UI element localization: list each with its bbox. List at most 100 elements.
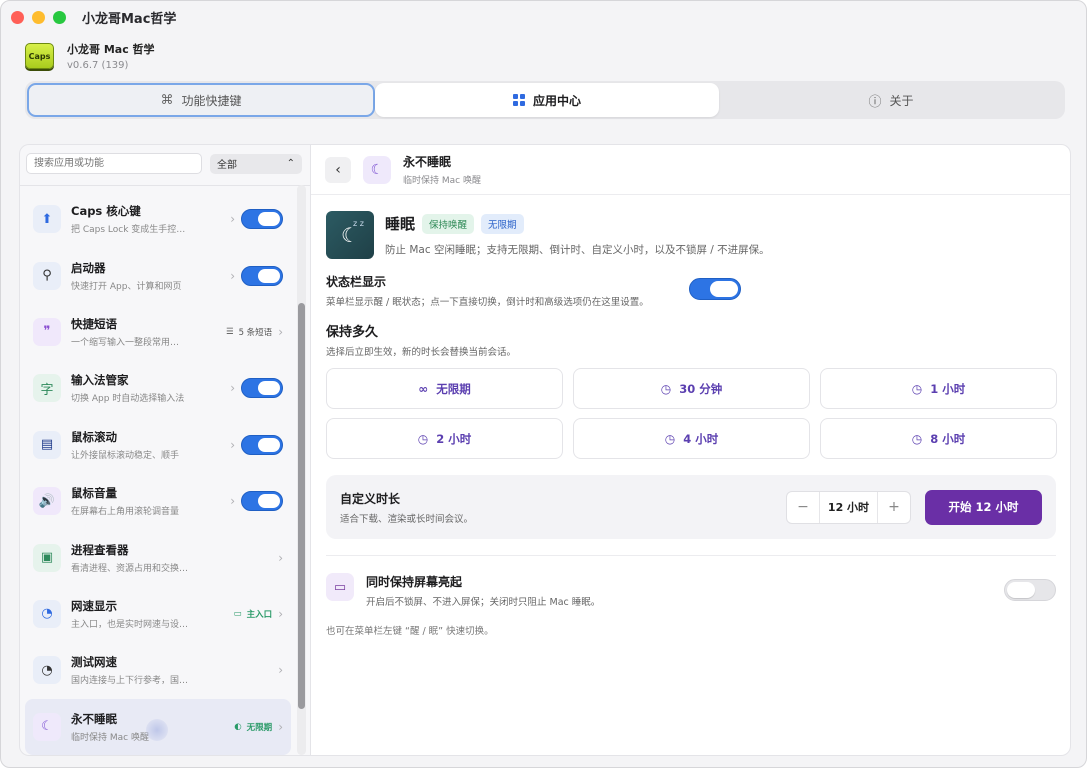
filter-select[interactable]: 全部 ⌃ xyxy=(210,153,302,174)
list-item-caps[interactable]: ⬆ Caps 核心键 把 Caps Lock 变成生手控… › xyxy=(25,191,291,247)
item-title: 输入法管家 xyxy=(71,373,129,388)
section-subtitle: 适合下载、渲染或长时间会议。 xyxy=(340,513,474,525)
app-name: 小龙哥 Mac 哲学 xyxy=(67,43,155,56)
window-title: 小龙哥Mac哲学 xyxy=(82,11,177,27)
magnifier-icon: ⚲ xyxy=(33,261,61,290)
info-icon: ⓘ xyxy=(868,94,882,110)
timer-icon: ◷ xyxy=(911,381,923,396)
duration-unlimited-button[interactable]: ∞ 无限期 xyxy=(326,368,563,409)
duration-30min-button[interactable]: ◷ 30 分钟 xyxy=(573,368,810,409)
item-title: 鼠标音量 xyxy=(71,486,117,501)
list-item-process[interactable]: ▣ 进程查看器 看清进程、资源占用和交换空间 › xyxy=(25,529,291,585)
scroll-icon: ▤ xyxy=(33,430,61,459)
detail-title: 永不睡眠 xyxy=(403,155,452,169)
hours-value[interactable]: 12 小时 xyxy=(819,491,878,523)
timer-icon: ◷ xyxy=(911,431,923,446)
tab-app-center[interactable]: 应用中心 xyxy=(375,83,719,117)
keep-screen-on-toggle[interactable] xyxy=(1004,579,1056,601)
timer-icon: ◷ xyxy=(664,431,676,446)
hero-description: 防止 Mac 空闲睡眠；支持无限期、倒计时、自定义小时，以及不锁屏 / 不进屏保… xyxy=(385,244,770,256)
sleep-hero: ☾ z z 睡眠 保持唤醒 无限期 防止 Mac 空闲睡眠；支持无限期、倒计时、自… xyxy=(326,211,770,259)
duration-2h-button[interactable]: ◷ 2 小时 xyxy=(326,418,563,459)
app-header: Caps 小龙哥 Mac 哲学 v0.6.7 (139) xyxy=(25,41,155,71)
app-logo: Caps xyxy=(25,43,54,69)
item-title: 网速显示 xyxy=(71,598,117,613)
chevron-right-icon: › xyxy=(230,381,235,396)
item-subtitle: 主入口，也是实时网速与设… xyxy=(71,619,189,630)
tab-label: 关于 xyxy=(889,93,914,108)
item-title: 启动器 xyxy=(71,260,106,275)
filter-value: 全部 xyxy=(217,160,237,171)
infinity-icon: ∞ xyxy=(418,381,429,396)
sidebar-scrollbar[interactable] xyxy=(297,185,306,755)
list-item-volume[interactable]: 🔊 鼠标音量 在屏幕右上角用滚轮调音量 › xyxy=(25,473,291,529)
item-title: 进程查看器 xyxy=(71,542,129,557)
list-item-ime[interactable]: 字 输入法管家 切换 App 时自动选择输入法 › xyxy=(25,360,291,416)
footnote: 也可在菜单栏左键 “醒 / 眠” 快速切换。 xyxy=(326,626,494,637)
chevron-left-icon: ‹ xyxy=(335,161,341,178)
chevron-right-icon: › xyxy=(230,437,235,452)
grid-icon xyxy=(512,94,525,106)
detail-panel: ‹ ☾ 永不睡眠 临时保持 Mac 唤醒 ☾ z z 睡眠 保持唤醒 无限期 防止… xyxy=(310,144,1071,756)
toggle-scroll[interactable] xyxy=(241,434,283,455)
tab-about[interactable]: ⓘ 关于 xyxy=(719,83,1063,117)
updown-chevron-icon: ⌃ xyxy=(286,158,295,169)
duration-label: 2 小时 xyxy=(436,431,472,446)
back-button[interactable]: ‹ xyxy=(325,156,351,183)
scrollbar-thumb[interactable] xyxy=(298,303,305,709)
list-item-netspeed[interactable]: ◔ 网速显示 主入口，也是实时网速与设… ▭ 主入口 › xyxy=(25,586,291,642)
timer-icon: ◐ xyxy=(234,721,242,732)
duration-label: 8 小时 xyxy=(930,431,966,446)
close-window-button[interactable] xyxy=(11,10,24,24)
toggle-caps[interactable] xyxy=(241,209,283,230)
mouse-cursor xyxy=(146,719,168,741)
item-subtitle: 国内连接与上下行参考，国外连接 xyxy=(71,676,196,687)
tab-label: 应用中心 xyxy=(532,93,581,108)
toggle-volume[interactable] xyxy=(241,491,283,512)
sleep-moon-icon: ☾ z z xyxy=(326,211,374,259)
feature-list: ⬆ Caps 核心键 把 Caps Lock 变成生手控… › ⚲ 启动器 快速… xyxy=(25,191,291,755)
duration-4h-button[interactable]: ◷ 4 小时 xyxy=(573,418,810,459)
increment-button[interactable]: + xyxy=(878,499,910,515)
start-button[interactable]: 开始 12 小时 xyxy=(925,489,1042,525)
monitor-icon: ▭ xyxy=(326,573,354,601)
status-badge-unlimited: 无限期 xyxy=(481,213,524,234)
status-bar-section: 状态栏显示 菜单栏显示醒 / 眠状态；点一下直接切换，倒计时和高级选项仍在这里设… xyxy=(326,273,746,308)
tab-shortcuts[interactable]: ⌘ 功能快捷键 xyxy=(27,83,375,117)
duration-section: 保持多久 选择后立即生效，新的时长会替换当前会话。 xyxy=(326,321,516,358)
speaker-icon: 🔊 xyxy=(33,487,61,516)
list-item-phrases[interactable]: ❞ 快捷短语 一个缩写输入一整段常用… ☰ 5 条短语 › xyxy=(25,304,291,360)
arrow-up-icon: ⬆ xyxy=(33,205,61,234)
chevron-right-icon: › xyxy=(278,719,283,734)
detail-header: ‹ ☾ 永不睡眠 临时保持 Mac 唤醒 xyxy=(311,145,1070,195)
item-title: 鼠标滚动 xyxy=(71,429,117,444)
sidebar: 全部 ⌃ ⬆ Caps 核心键 把 Caps Lock 变成生手控… › ⚲ 启… xyxy=(19,144,310,756)
duration-1h-button[interactable]: ◷ 1 小时 xyxy=(820,368,1057,409)
chevron-right-icon: › xyxy=(278,663,283,678)
duration-options: ∞ 无限期 ◷ 30 分钟 ◷ 1 小时 ◷ 2 小时 ◷ 4 小时 ◷ 8 小时 xyxy=(326,368,1057,459)
section-title: 同时保持屏幕亮起 xyxy=(366,575,463,589)
item-subtitle: 在屏幕右上角用滚轮调音量 xyxy=(71,507,180,518)
search-input[interactable] xyxy=(26,153,202,174)
traffic-lights xyxy=(11,10,66,24)
section-subtitle: 菜单栏显示醒 / 眠状态；点一下直接切换，倒计时和高级选项仍在这里设置。 xyxy=(326,297,649,308)
moon-icon: ☾ xyxy=(363,155,391,184)
section-title: 状态栏显示 xyxy=(326,275,387,289)
status-bar-toggle[interactable] xyxy=(689,278,741,300)
toggle-launcher[interactable] xyxy=(241,265,283,286)
list-item-speedtest[interactable]: ◔ 测试网速 国内连接与上下行参考，国外连接 › xyxy=(25,642,291,698)
duration-8h-button[interactable]: ◷ 8 小时 xyxy=(820,418,1057,459)
toggle-ime[interactable] xyxy=(241,378,283,399)
zoom-window-button[interactable] xyxy=(53,10,66,24)
item-title: 快捷短语 xyxy=(71,316,117,331)
decrement-button[interactable]: − xyxy=(787,499,819,515)
item-title: Caps 核心键 xyxy=(71,204,141,219)
list-item-launcher[interactable]: ⚲ 启动器 快速打开 App、计算和网页 › xyxy=(25,247,291,303)
section-subtitle: 开启后不锁屏、不进入屏保；关闭时只阻止 Mac 睡眠。 xyxy=(366,597,601,608)
list-item-scroll[interactable]: ▤ 鼠标滚动 让外接鼠标滚动稳定、顺手 › xyxy=(25,417,291,473)
unlimited-badge: 无限期 xyxy=(246,722,273,733)
chevron-right-icon: › xyxy=(230,212,235,227)
minimize-window-button[interactable] xyxy=(32,10,45,24)
hours-stepper: − 12 小时 + xyxy=(786,490,911,524)
command-icon: ⌘ xyxy=(160,92,174,108)
